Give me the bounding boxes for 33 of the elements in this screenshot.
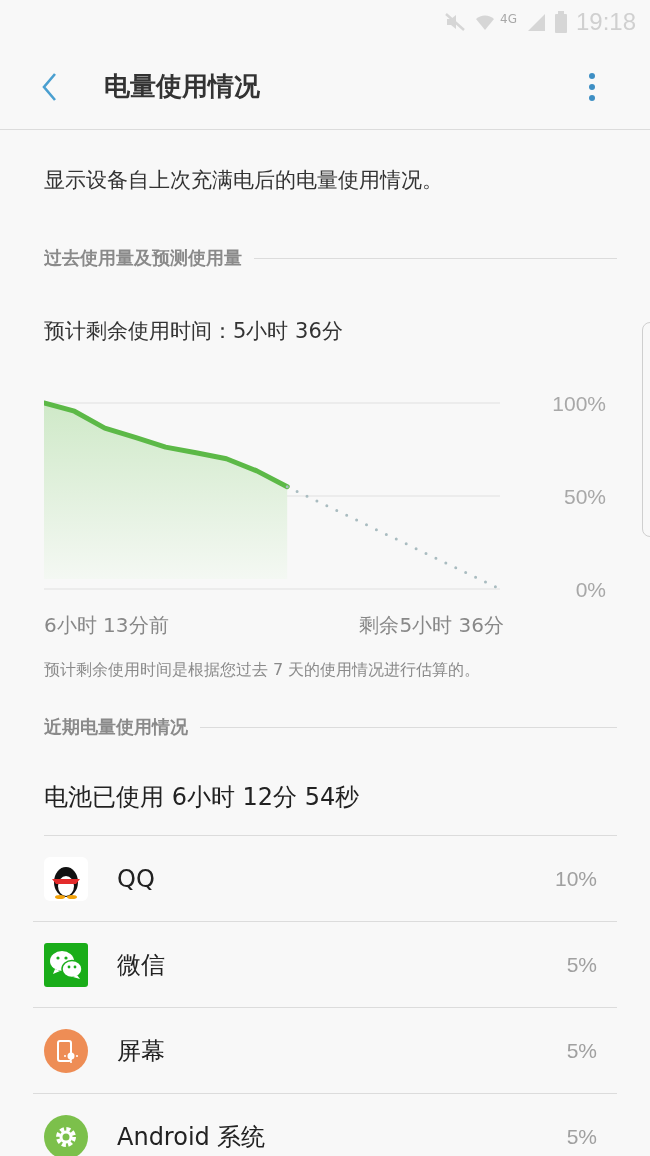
tablet-brightness-icon [44, 1028, 88, 1073]
app-name: 微信 [117, 949, 166, 981]
battery-icon [554, 11, 567, 33]
mute-icon [444, 12, 466, 32]
axis-tick-label: 0% [575, 578, 606, 601]
more-icon[interactable] [588, 71, 596, 102]
wifi-icon [475, 12, 495, 32]
app-row[interactable]: Android 系统 5% [33, 1094, 617, 1156]
section-title: 近期电量使用情况 [44, 715, 188, 739]
gear-icon [44, 1114, 88, 1156]
page-title: 电量使用情况 [104, 70, 261, 103]
app-row[interactable]: 微信 5% [33, 922, 617, 1008]
estimate-text: 预计剩余使用时间：5小时 36分 [44, 318, 344, 345]
app-name: QQ [117, 864, 156, 893]
axis-tick-label: 50% [563, 485, 606, 508]
description-text: 显示设备自上次充满电后的电量使用情况。 [44, 167, 444, 194]
chat-bubbles-icon [44, 942, 88, 987]
usage-percent: 5% [566, 1038, 597, 1063]
battery-used-text: 电池已使用 6小时 12分 54秒 [44, 781, 617, 836]
usage-percent: 10% [554, 866, 597, 891]
section-title: 过去使用量及预测使用量 [44, 246, 242, 270]
estimate-note: 预计剩余使用时间是根据您过去 7 天的使用情况进行估算的。 [44, 660, 482, 681]
usage-percent: 5% [566, 1124, 597, 1149]
app-row[interactable]: 屏幕 5% [33, 1008, 617, 1094]
penguin-icon [44, 856, 88, 901]
app-row[interactable]: QQ 10% [33, 836, 617, 922]
start-time-label: 6小时 13分前 [44, 612, 169, 639]
app-name: Android 系统 [117, 1121, 267, 1153]
network-type: 4G [500, 12, 517, 26]
app-name: 屏幕 [117, 1035, 166, 1067]
axis-tick-label: 100% [552, 392, 606, 415]
usage-percent: 5% [566, 952, 597, 977]
remaining-time-label: 剩余5小时 36分 [359, 612, 504, 639]
